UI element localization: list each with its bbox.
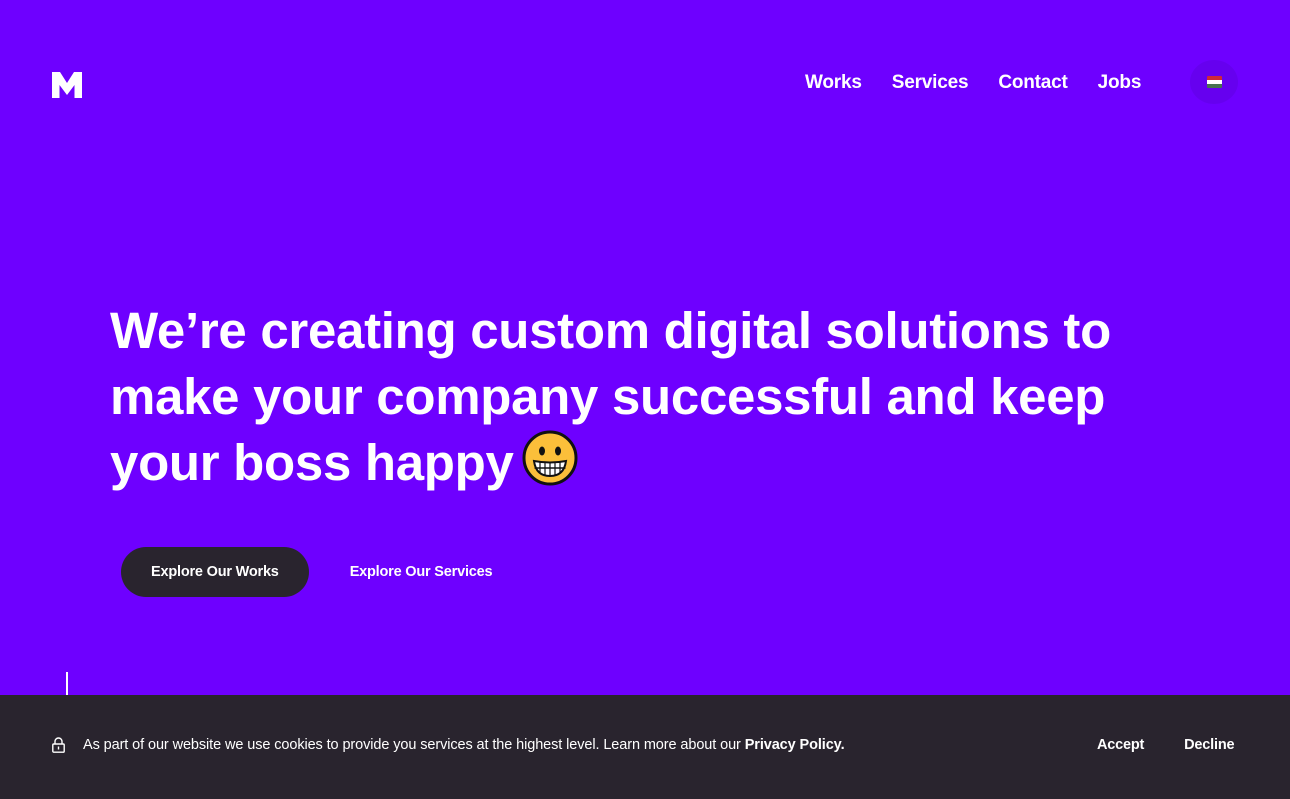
- explore-services-link[interactable]: Explore Our Services: [350, 564, 493, 580]
- hero-headline: We’re creating custom digital solutions …: [110, 298, 1160, 496]
- privacy-policy-link[interactable]: Privacy Policy.: [745, 737, 845, 753]
- page: Works Services Contact Jobs We’re creati…: [0, 0, 1290, 799]
- scroll-indicator: [66, 672, 68, 696]
- nav-services[interactable]: Services: [892, 70, 969, 96]
- cookie-actions: Accept Decline: [1097, 736, 1235, 754]
- nav-jobs[interactable]: Jobs: [1098, 70, 1142, 96]
- accept-cookies-button[interactable]: Accept: [1097, 736, 1144, 754]
- logo[interactable]: [52, 72, 82, 98]
- cookie-message-text: As part of our website we use cookies to…: [83, 737, 745, 753]
- hero-ctas: Explore Our Works Explore Our Services: [121, 547, 493, 597]
- hero-section: We’re creating custom digital solutions …: [110, 298, 1160, 496]
- decline-cookies-button[interactable]: Decline: [1184, 736, 1234, 754]
- nav-works[interactable]: Works: [805, 70, 862, 96]
- main-nav: Works Services Contact Jobs: [805, 70, 1141, 96]
- grinning-face-icon: [522, 430, 578, 486]
- language-switcher[interactable]: [1190, 60, 1238, 104]
- logo-m-icon: [52, 72, 82, 98]
- hero-headline-text: We’re creating custom digital solutions …: [110, 302, 1111, 491]
- hungarian-flag-icon: [1206, 76, 1222, 88]
- explore-works-button[interactable]: Explore Our Works: [121, 547, 309, 597]
- lock-icon: [52, 737, 65, 753]
- nav-contact[interactable]: Contact: [998, 70, 1068, 96]
- cookie-message: As part of our website we use cookies to…: [83, 736, 845, 754]
